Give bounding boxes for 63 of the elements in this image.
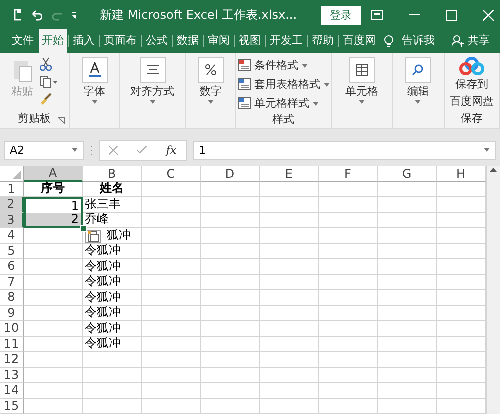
group-label: 剪贴板 (18, 111, 52, 126)
ribbon-tab[interactable]: 公式 (143, 29, 171, 53)
table-cell: 令狐冲 (83, 336, 142, 352)
insert-function-button[interactable]: fx (166, 144, 177, 156)
table-cell: 令狐冲 (83, 259, 142, 274)
login-button[interactable]: 登录 (321, 6, 362, 24)
styles-menu-button[interactable]: 条件格式 (238, 57, 308, 74)
ribbon-button[interactable]: 对齐方式 (130, 57, 175, 104)
column-header[interactable]: B (83, 166, 142, 182)
table-cell: 1 (24, 197, 83, 212)
row-header[interactable]: 2 (0, 197, 24, 212)
ribbon-tab[interactable]: 审阅 (205, 29, 233, 53)
row-header[interactable]: 11 (0, 336, 24, 352)
row-header[interactable]: 4 (0, 228, 24, 244)
table-cell: 2 (24, 212, 83, 228)
row-header[interactable]: 10 (0, 321, 24, 336)
column-header[interactable]: F (319, 166, 378, 182)
ribbon-tab[interactable]: 开始 (39, 29, 67, 53)
table-cell: 令狐冲 (83, 274, 142, 290)
table-cell: 令狐冲 (83, 321, 142, 336)
group-label: 保存 (460, 111, 483, 126)
share-button[interactable]: 共享 (468, 33, 490, 48)
group-label: 样式 (272, 112, 295, 127)
ribbon-tab[interactable]: 页面布 (101, 29, 140, 53)
row-header[interactable]: 9 (0, 306, 24, 321)
ribbon-button[interactable]: 单元格 (346, 57, 379, 104)
ribbon-tab[interactable]: 插入 (70, 29, 98, 53)
row-header[interactable]: 1 (0, 182, 24, 197)
styles-menu-button[interactable]: 套用表格格式 (238, 76, 330, 93)
row-header[interactable]: 8 (0, 290, 24, 306)
tell-me-field[interactable]: 告诉我 (398, 33, 439, 53)
window-title: 新建 Microsoft Excel 工作表.xlsx... (100, 6, 298, 24)
row-header[interactable]: 14 (0, 383, 24, 398)
column-header[interactable]: G (378, 166, 437, 182)
table-cell: 姓名 (83, 182, 142, 197)
row-header[interactable]: 3 (0, 212, 24, 228)
column-header[interactable]: E (260, 166, 319, 182)
ribbon-tab[interactable]: 文件 (9, 29, 37, 53)
table-cell: 令狐冲 (83, 244, 142, 259)
table-cell: 令狐冲 (83, 306, 142, 321)
table-cell: 令狐冲 (83, 290, 142, 306)
row-header[interactable]: 13 (0, 368, 24, 383)
formula-field[interactable]: 1 (193, 140, 496, 160)
row-header[interactable]: 5 (0, 244, 24, 259)
column-header[interactable]: D (201, 166, 260, 182)
ribbon-tab[interactable]: 数据 (174, 29, 202, 53)
table-cell: 序号 (24, 182, 83, 197)
name-box[interactable]: A2 (4, 140, 84, 160)
ribbon-tab[interactable]: 开发工 (267, 29, 306, 53)
column-header[interactable]: C (142, 166, 201, 182)
row-header[interactable]: 7 (0, 274, 24, 290)
save-to-cloud-button[interactable]: 保存到 百度网盘 (450, 57, 494, 109)
row-header[interactable]: 12 (0, 352, 24, 368)
styles-menu-button[interactable]: 单元格样式 (238, 95, 319, 112)
ribbon-tab[interactable]: 视图 (236, 29, 264, 53)
ribbon-tab[interactable]: 帮助 (309, 29, 337, 53)
column-header[interactable]: H (437, 166, 486, 182)
table-cell: 张三丰 (83, 197, 142, 212)
table-cell: 乔峰 (83, 212, 142, 228)
column-header[interactable]: A (24, 166, 83, 182)
ribbon-tab[interactable]: 百度网 (340, 29, 379, 53)
row-header[interactable]: 15 (0, 398, 24, 414)
row-header[interactable]: 6 (0, 259, 24, 274)
